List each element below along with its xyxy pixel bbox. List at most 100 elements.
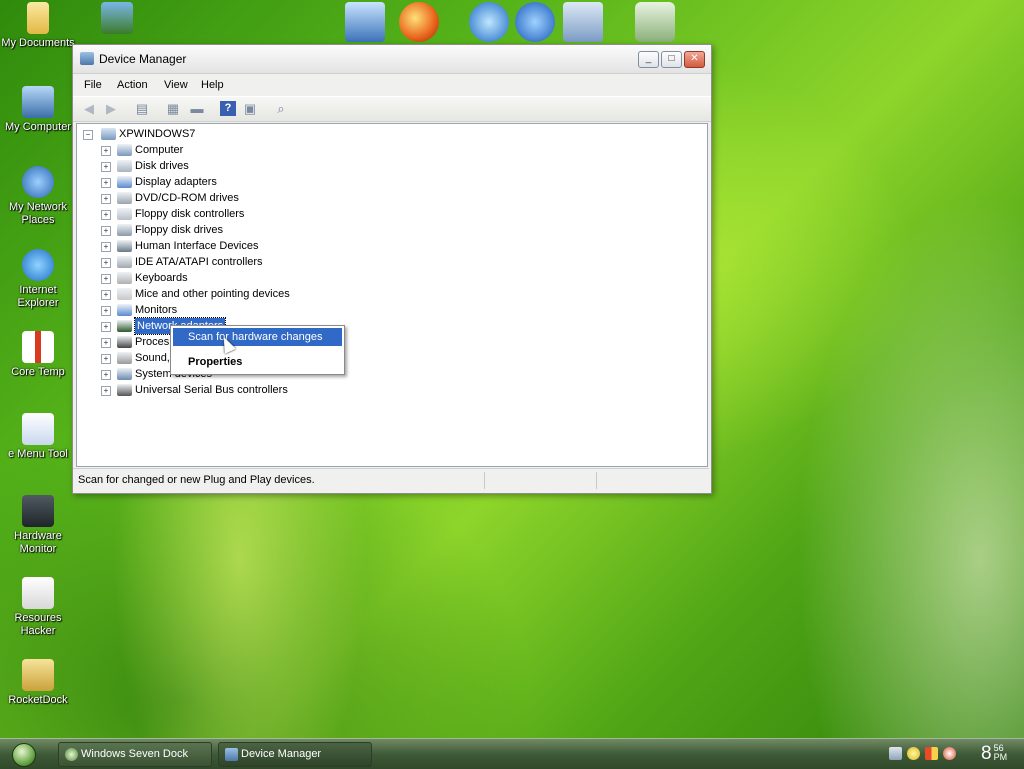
desktop-icon-rocketdock[interactable]: RocketDock [0, 659, 76, 707]
clock-ampm: PM [993, 752, 1008, 762]
expand-icon[interactable]: + [101, 258, 111, 268]
task-device-manager[interactable]: Device Manager [218, 742, 372, 767]
properties-icon[interactable]: ▦ [165, 101, 181, 116]
network-icon [22, 166, 54, 198]
tools-icon[interactable] [563, 2, 603, 42]
expand-icon[interactable]: + [101, 146, 111, 156]
display-adapter-icon [117, 176, 132, 188]
taskbar: Windows Seven Dock Device Manager 8 56 P… [0, 738, 1024, 769]
task-label: Device Manager [241, 748, 322, 760]
menu-help[interactable]: Help [201, 79, 224, 91]
disk-drive-icon [117, 160, 132, 172]
expand-icon[interactable]: + [101, 322, 111, 332]
desktop-icon-label: My Network Places [8, 201, 68, 226]
monitor-icon[interactable] [345, 2, 385, 42]
dock-app-icon [65, 748, 78, 761]
desktop-icon-label: Internet Explorer [17, 284, 59, 309]
minimize-button[interactable]: _ [638, 51, 659, 68]
task-windows-seven-dock[interactable]: Windows Seven Dock [58, 742, 212, 767]
desktop-icon-hardware-monitor[interactable]: Hardware Monitor [0, 495, 76, 556]
desktop-icon-my-network[interactable]: My Network Places [0, 166, 76, 227]
expand-icon[interactable]: + [101, 386, 111, 396]
expand-icon[interactable]: + [101, 290, 111, 300]
computer-icon [117, 144, 132, 156]
desktop-icon-my-documents[interactable]: My Documents [0, 2, 76, 50]
desktop-icon-label: Resoures Hacker [14, 612, 62, 637]
status-text: Scan for changed or new Plug and Play de… [78, 474, 315, 486]
scan-hardware-icon[interactable]: ⌕ [273, 101, 289, 116]
media-player-icon[interactable] [515, 2, 555, 42]
tree-node-label: Floppy disk controllers [135, 208, 245, 220]
tree-root-label: XPWINDOWS7 [119, 128, 196, 140]
desktop-icon-menu-tool[interactable]: e Menu Tool [0, 413, 76, 461]
context-menu: Scan for hardware changes Properties [170, 325, 345, 375]
expand-icon[interactable]: + [101, 242, 111, 252]
expand-icon[interactable]: + [101, 274, 111, 284]
desktop-icon-resource-hacker[interactable]: Resoures Hacker [0, 577, 76, 638]
forward-arrow-icon[interactable]: ▶ [103, 101, 119, 116]
monitor-icon [117, 304, 132, 316]
desktop-icon-internet-explorer[interactable]: Internet Explorer [0, 249, 76, 310]
tree-node-label: Proces [135, 336, 170, 348]
device-manager-icon [80, 52, 94, 65]
close-button[interactable]: ✕ [684, 51, 705, 68]
print-icon[interactable]: ▬ [189, 101, 205, 116]
expand-icon[interactable]: + [101, 178, 111, 188]
expand-icon[interactable]: + [101, 338, 111, 348]
tree-node-label: Mice and other pointing devices [135, 288, 290, 300]
thermometer-icon [22, 331, 54, 363]
desktop-icon-label: Hardware Monitor [14, 530, 62, 555]
tree-node-label: IDE ATA/ATAPI controllers [135, 256, 263, 268]
desktop-icon-core-temp[interactable]: Core Temp [0, 331, 76, 379]
firefox-icon[interactable] [399, 2, 439, 42]
tree-node-label: Monitors [135, 304, 178, 316]
expand-icon[interactable]: + [101, 306, 111, 316]
show-hide-tree-icon[interactable]: ▤ [134, 101, 150, 116]
expand-icon[interactable]: + [101, 226, 111, 236]
desktop-icon-label: My Documents [1, 37, 75, 49]
desktop-icon-label: My Computer [4, 121, 72, 133]
help-icon[interactable]: ? [220, 101, 236, 116]
menu-view[interactable]: View [164, 79, 188, 91]
back-arrow-icon[interactable]: ◀ [81, 101, 97, 116]
title-bar[interactable]: Device Manager _ □ ✕ [73, 45, 711, 74]
ide-controller-icon [117, 256, 132, 268]
system-device-icon [117, 368, 132, 380]
desktop-icon-unknown[interactable] [79, 2, 155, 37]
floppy-controller-icon [117, 208, 132, 220]
desktop-icon-my-computer[interactable]: My Computer [0, 86, 76, 134]
smiley-icon[interactable] [907, 747, 920, 760]
mouse-icon [117, 288, 132, 300]
start-button[interactable] [12, 743, 36, 767]
sound-icon [117, 352, 132, 364]
ie-icon[interactable] [469, 2, 509, 42]
clock[interactable]: 8 56 PM [981, 744, 1007, 764]
window-title: Device Manager [99, 52, 187, 66]
menu-action[interactable]: Action [117, 79, 148, 91]
device-manager-icon [225, 748, 238, 761]
computer-icon [22, 86, 54, 118]
network-icon[interactable] [889, 747, 902, 760]
recycle-bin-icon[interactable] [635, 2, 675, 42]
expand-icon[interactable]: + [101, 162, 111, 172]
properties-menu-item[interactable]: Properties [173, 353, 342, 371]
expand-icon[interactable]: + [101, 354, 111, 364]
collapse-icon[interactable]: − [83, 130, 93, 140]
floppy-drive-icon [117, 224, 132, 236]
expand-icon[interactable]: + [101, 370, 111, 380]
picture-icon [101, 2, 133, 34]
maximize-button[interactable]: □ [661, 51, 682, 68]
expand-icon[interactable]: + [101, 210, 111, 220]
shield-icon[interactable] [943, 747, 956, 760]
desktop-icon-label: Core Temp [11, 366, 65, 378]
expand-icon[interactable]: + [101, 194, 111, 204]
status-divider [596, 472, 597, 489]
status-bar: Scan for changed or new Plug and Play de… [73, 468, 709, 493]
menu-item-label: Properties [188, 356, 243, 368]
scan-hardware-menu-item[interactable]: Scan for hardware changes [173, 328, 342, 346]
hammer-icon [22, 577, 54, 609]
menu-file[interactable]: File [84, 79, 102, 91]
tree-node-label: Display adapters [135, 176, 217, 188]
security-icon[interactable] [925, 747, 938, 760]
properties-sheet-icon[interactable]: ▣ [242, 101, 258, 116]
